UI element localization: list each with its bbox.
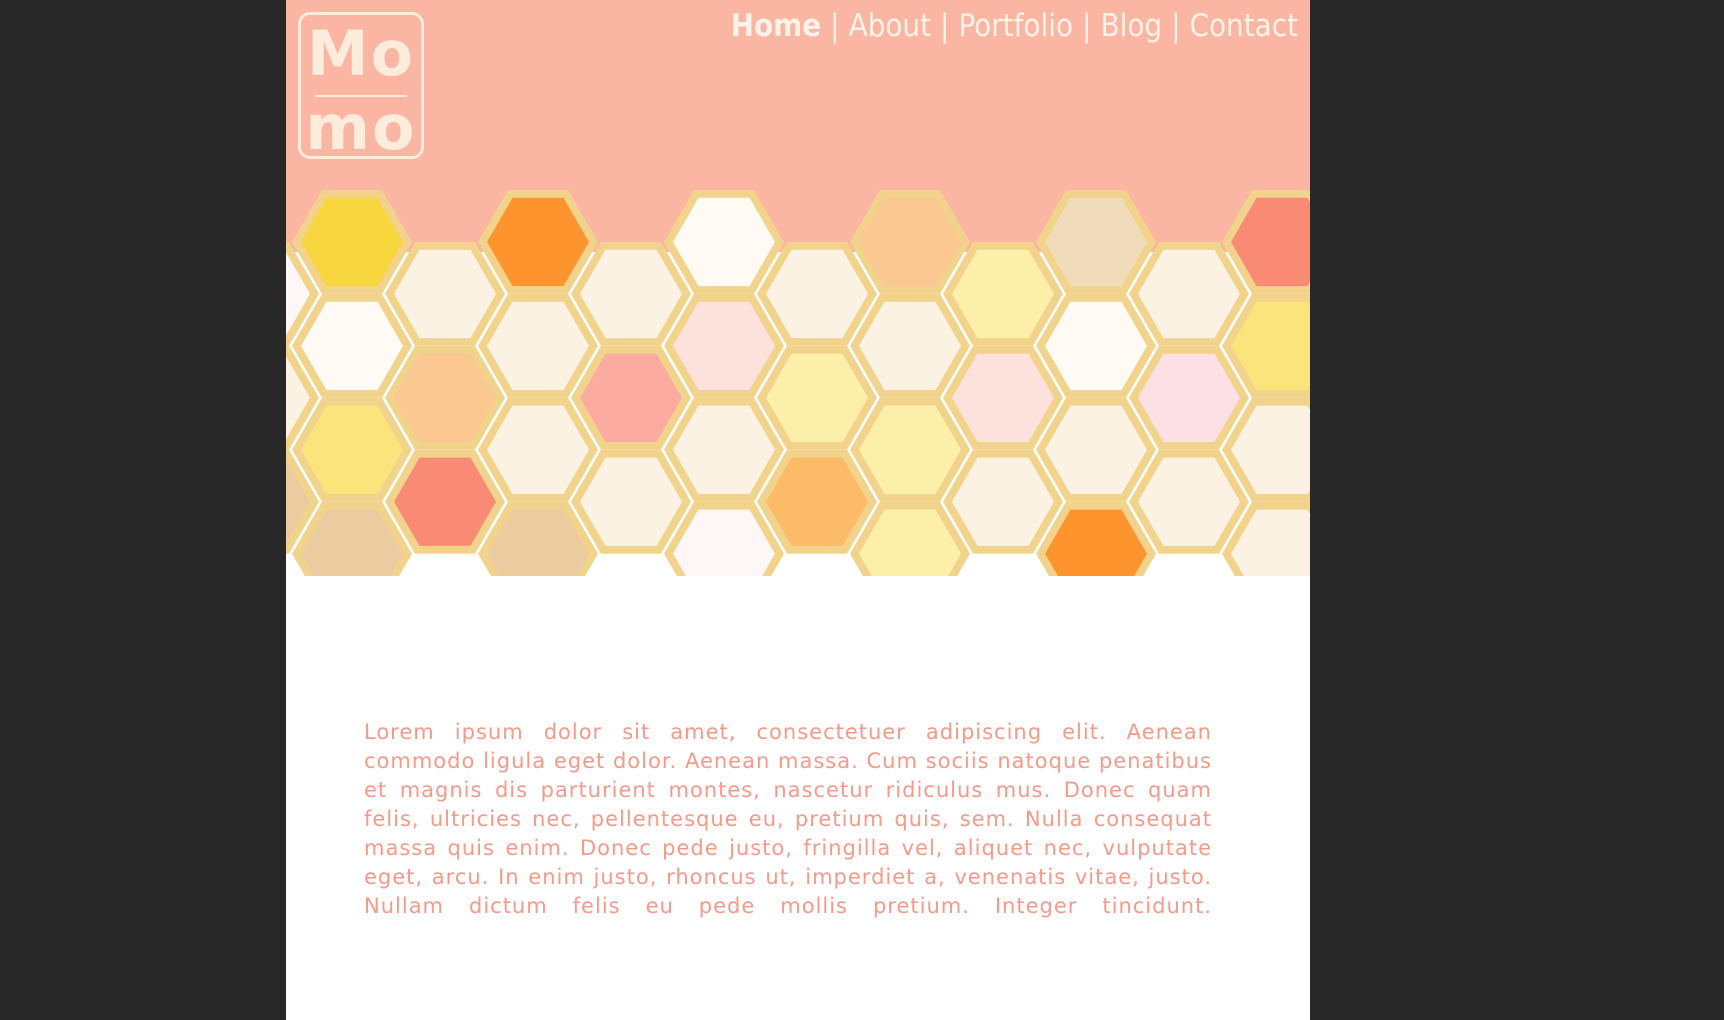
- nav-link-blog[interactable]: Blog: [1100, 6, 1162, 46]
- momo-logo[interactable]: Mo mo: [298, 12, 424, 159]
- honeycomb-banner: [286, 190, 1310, 576]
- logo-text-line-1: Mo: [306, 17, 416, 90]
- nav-link-about[interactable]: About: [849, 6, 931, 46]
- nav-separator: |: [1171, 8, 1181, 44]
- nav-link-home[interactable]: Home: [731, 6, 822, 46]
- page-canvas: Mo mo Home | About | Portfolio | Blog | …: [286, 0, 1310, 1020]
- nav-separator: |: [1082, 8, 1092, 44]
- nav-separator: |: [940, 8, 950, 44]
- body-paragraph: Lorem ipsum dolor sit amet, consectetuer…: [364, 720, 1212, 918]
- main-navigation: Home | About | Portfolio | Blog | Contac…: [731, 6, 1298, 46]
- nav-separator: |: [830, 8, 840, 44]
- logo-text-line-2: mo: [305, 91, 417, 164]
- nav-link-portfolio[interactable]: Portfolio: [958, 6, 1073, 46]
- nav-link-contact[interactable]: Contact: [1190, 6, 1299, 46]
